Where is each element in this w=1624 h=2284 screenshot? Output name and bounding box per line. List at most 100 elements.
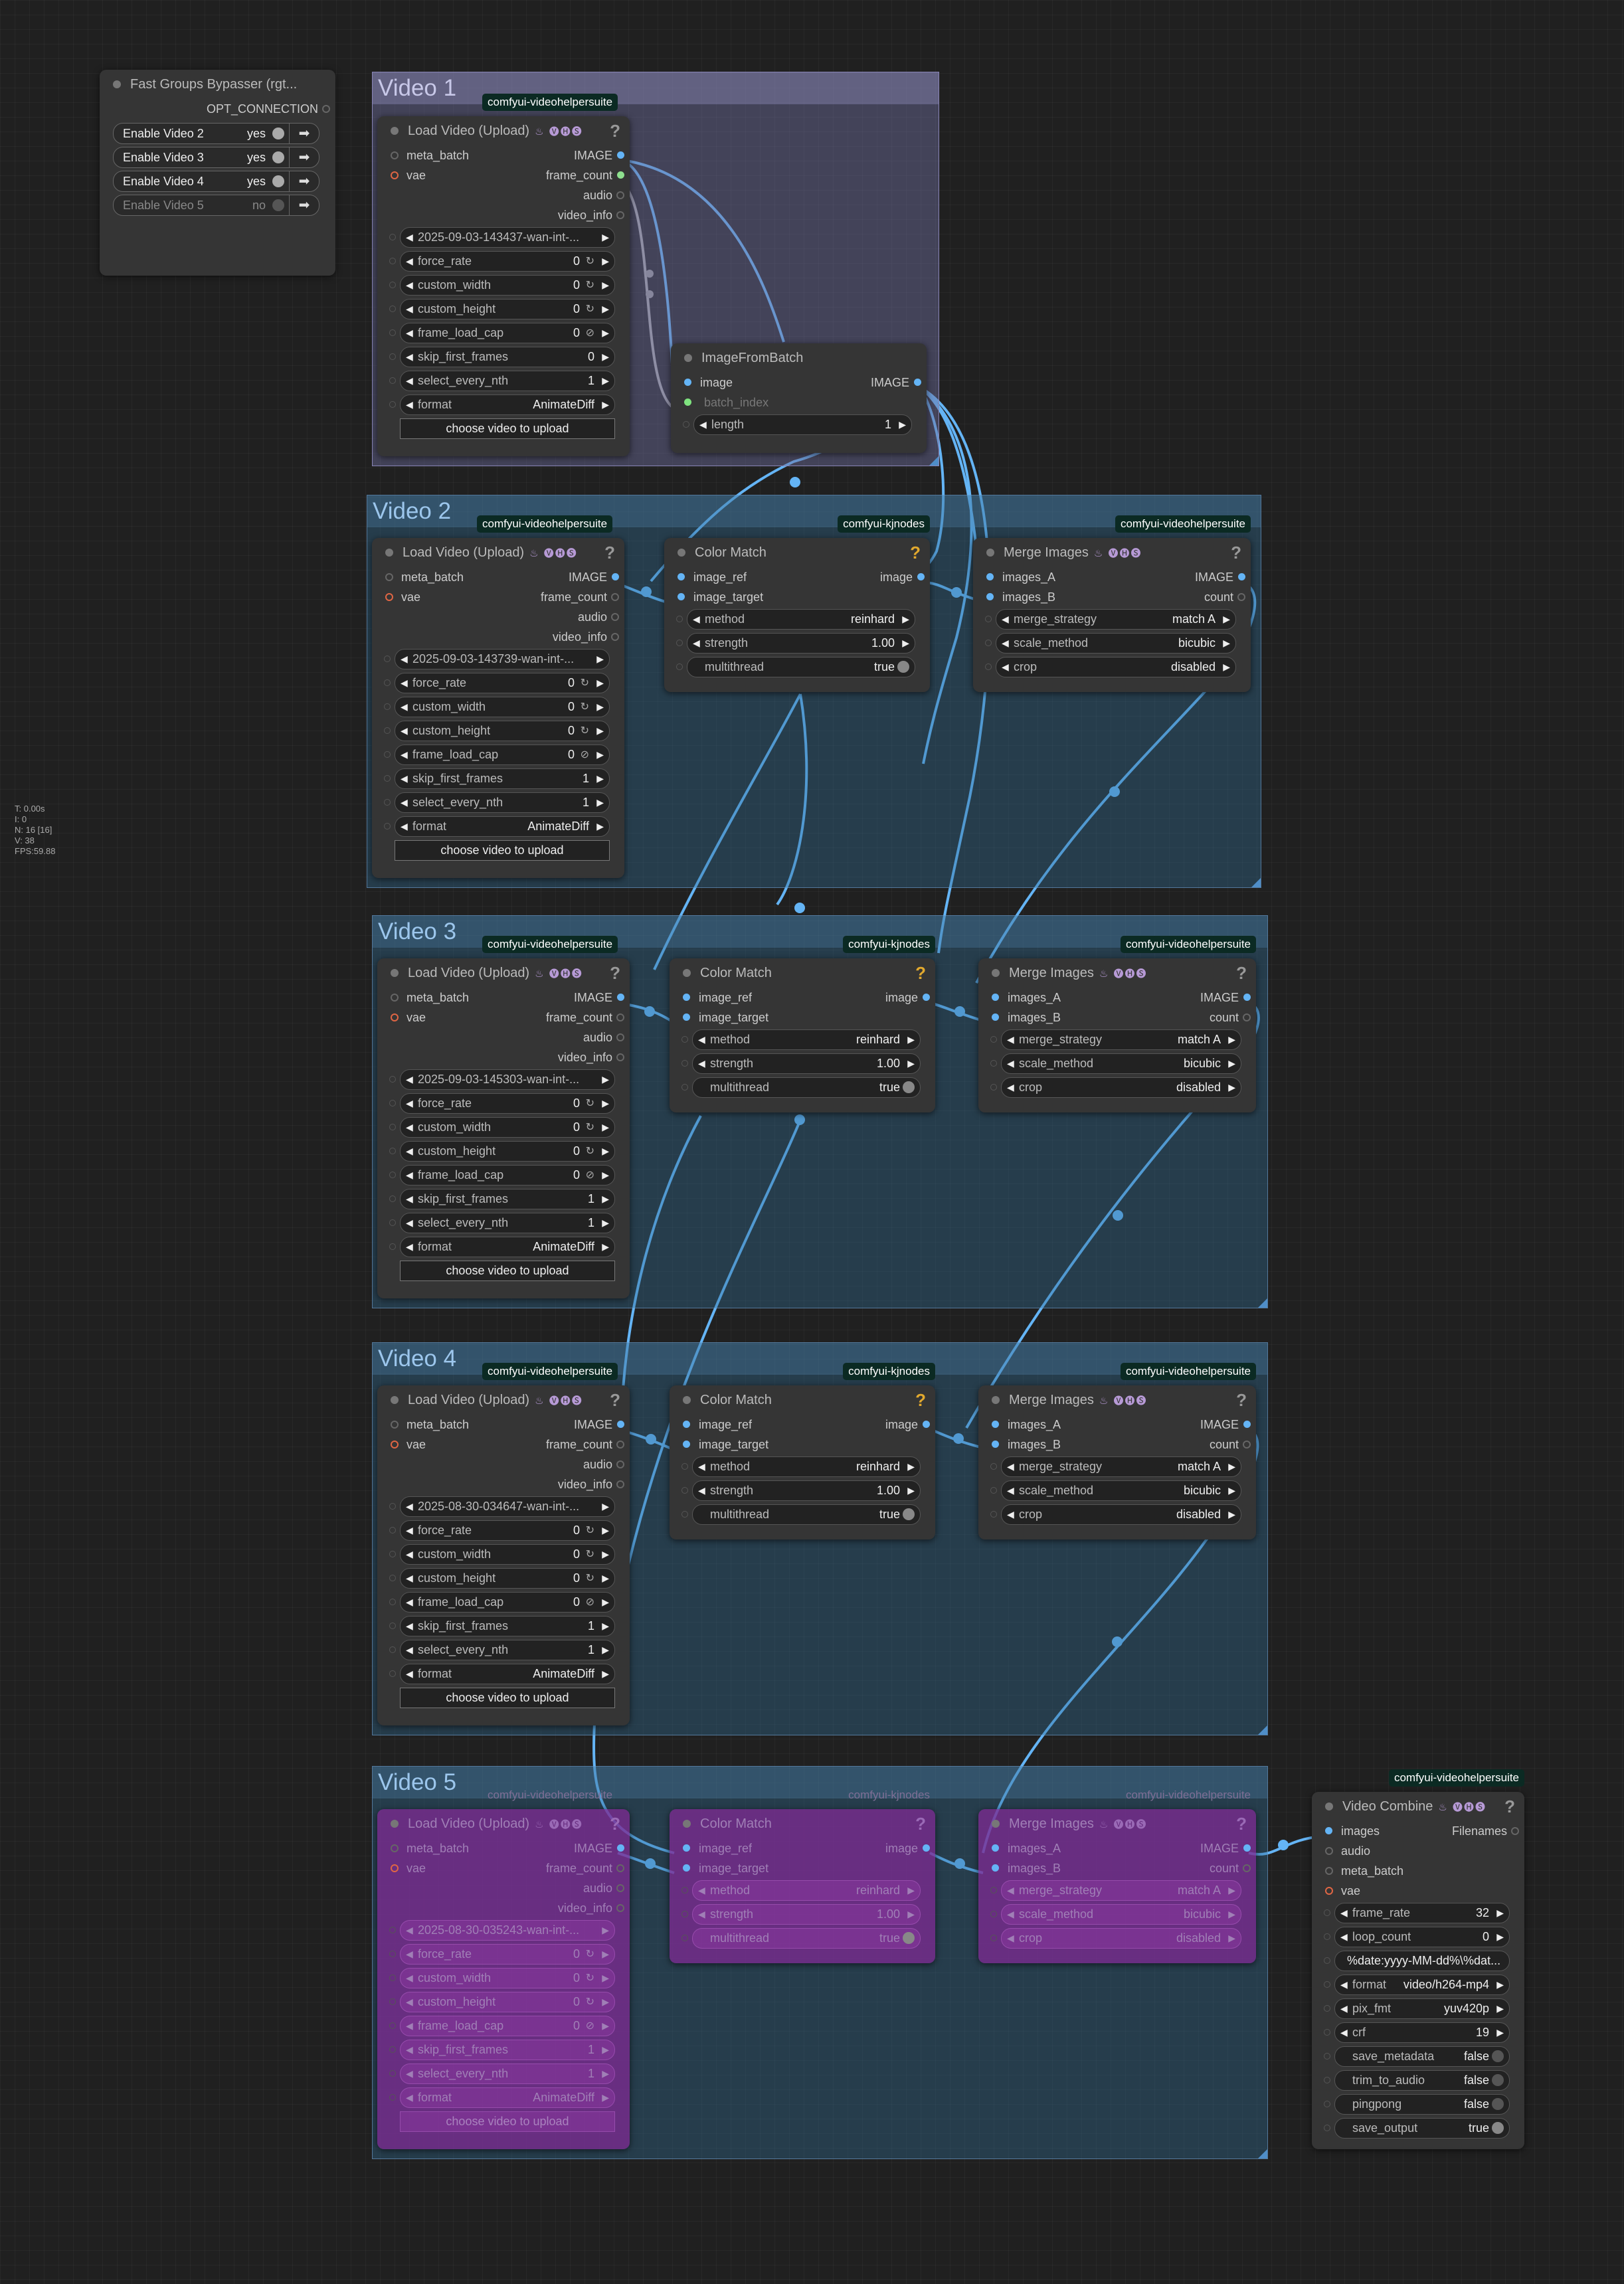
- reset-icon[interactable]: ↻: [586, 1569, 594, 1588]
- skip-first-frames-widget[interactable]: ◀ skip_first_frames 1 ▶: [377, 2038, 630, 2062]
- input-slot-vae[interactable]: [1325, 1887, 1333, 1895]
- custom-width-widget[interactable]: ◀ custom_width 0 ↻ ▶: [377, 1966, 630, 1990]
- reset-icon[interactable]: ↻: [586, 1945, 594, 1964]
- input-slot[interactable]: [992, 1013, 999, 1021]
- arrow-left-icon[interactable]: ◀: [406, 1497, 413, 1516]
- reset-icon[interactable]: ↻: [586, 252, 594, 271]
- input-slot[interactable]: [391, 1013, 399, 1021]
- upload-button[interactable]: choose video to upload: [400, 1688, 615, 1708]
- input-slot[interactable]: [391, 1421, 399, 1429]
- input-slot[interactable]: [986, 573, 994, 580]
- input-slot[interactable]: [391, 151, 399, 159]
- input-slot[interactable]: [683, 1421, 690, 1428]
- reset-icon[interactable]: ↻: [586, 1969, 594, 1988]
- output-slot[interactable]: [923, 1844, 930, 1852]
- resize-handle[interactable]: [1258, 1298, 1267, 1308]
- upload-button[interactable]: choose video to upload: [400, 1261, 615, 1281]
- length-widget[interactable]: ◀ length 1 ▶: [671, 412, 927, 436]
- force-rate-widget[interactable]: ◀ force_rate 0 ↻ ▶: [377, 249, 630, 273]
- load-video-node-2[interactable]: comfyui-videohelpersuite Load Video (Upl…: [372, 515, 624, 878]
- output-slot-video-info[interactable]: [611, 633, 619, 641]
- input-slot[interactable]: [683, 1844, 690, 1852]
- method-widget[interactable]: ◀ method reinhard ▶: [670, 1878, 935, 1902]
- crop-widget[interactable]: ◀ crop disabled ▶: [978, 1075, 1256, 1099]
- output-slot-image[interactable]: [617, 994, 624, 1001]
- collapse-dot-icon[interactable]: [683, 1820, 691, 1828]
- toggle-knob-icon[interactable]: [1492, 2098, 1504, 2110]
- multithread-toggle[interactable]: multithread true: [670, 1502, 935, 1526]
- crop-widget[interactable]: ◀ crop disabled ▶: [978, 1926, 1256, 1950]
- select-every-nth-widget[interactable]: ◀ select_every_nth 1 ▶: [377, 369, 630, 393]
- arrow-left-icon[interactable]: ◀: [406, 1070, 413, 1089]
- arrow-right-icon[interactable]: ➡: [289, 147, 319, 167]
- input-slot[interactable]: [986, 593, 994, 600]
- color-match-node-4[interactable]: comfyui-kjnodes Color Match? image_ref im…: [670, 1363, 935, 1539]
- output-slot[interactable]: [1238, 573, 1245, 580]
- toggle-knob-icon[interactable]: [903, 1932, 915, 1944]
- save-metadata-toggle[interactable]: save_metadata false: [1312, 2044, 1524, 2068]
- fast-groups-bypasser-node[interactable]: Fast Groups Bypasser (rgt... OPT_CONNECT…: [100, 70, 335, 276]
- multithread-toggle[interactable]: multithread true: [670, 1075, 935, 1099]
- load-video-node-4[interactable]: comfyui-videohelpersuite Load Video (Upl…: [377, 1363, 630, 1725]
- output-slot[interactable]: [1237, 593, 1245, 601]
- strength-widget[interactable]: ◀ strength 1.00 ▶: [670, 1478, 935, 1502]
- output-slot-video-info[interactable]: [616, 211, 624, 219]
- load-video-node-5[interactable]: comfyui-videohelpersuite Load Video (Upl…: [377, 1789, 630, 2149]
- arrow-right-icon[interactable]: ➡: [289, 124, 319, 143]
- merge-strategy-widget[interactable]: ◀ merge_strategy match A ▶: [973, 607, 1251, 631]
- force-rate-widget[interactable]: ◀ force_rate 0 ↻ ▶: [377, 1091, 630, 1115]
- arrow-left-icon[interactable]: ◀: [401, 650, 408, 669]
- toggle-knob-icon[interactable]: [272, 175, 284, 187]
- input-slot[interactable]: [391, 994, 399, 1002]
- custom-height-widget[interactable]: ◀ custom_height 0 ↻ ▶: [377, 1139, 630, 1163]
- input-slot-audio[interactable]: [1325, 1847, 1333, 1855]
- load-video-node-3[interactable]: comfyui-videohelpersuite Load Video (Upl…: [377, 936, 630, 1298]
- help-icon[interactable]: ?: [1504, 1792, 1515, 1821]
- output-slot-video-info[interactable]: [616, 1053, 624, 1061]
- select-every-nth-widget[interactable]: ◀ select_every_nth 1 ▶: [377, 1638, 630, 1662]
- reset-icon[interactable]: ↻: [586, 1094, 594, 1113]
- multithread-toggle[interactable]: multithread true: [670, 1926, 935, 1950]
- output-slot-image[interactable]: [617, 1421, 624, 1428]
- output-slot[interactable]: [322, 105, 330, 113]
- skip-first-frames-widget[interactable]: ◀ skip_first_frames 1 ▶: [372, 766, 624, 790]
- toggle-knob-icon[interactable]: [1492, 2122, 1504, 2134]
- color-match-node-2[interactable]: comfyui-kjnodes Color Match? image_ref im…: [664, 515, 930, 692]
- select-every-nth-widget[interactable]: ◀ select_every_nth 1 ▶: [377, 1211, 630, 1235]
- collapse-dot-icon[interactable]: [391, 1396, 399, 1404]
- collapse-dot-icon[interactable]: [684, 354, 692, 362]
- collapse-dot-icon[interactable]: [391, 127, 399, 135]
- select-every-nth-widget[interactable]: ◀ select_every_nth 1 ▶: [372, 790, 624, 814]
- output-slot[interactable]: [1243, 1441, 1251, 1449]
- merge-images-node-4[interactable]: comfyui-videohelpersuite Merge Images ♨ 🅥…: [978, 1363, 1256, 1539]
- save-output-toggle[interactable]: save_output true: [1312, 2116, 1524, 2140]
- help-icon[interactable]: ?: [610, 116, 620, 145]
- collapse-dot-icon[interactable]: [391, 969, 399, 977]
- resize-handle[interactable]: [1258, 1725, 1267, 1735]
- video-file-combo[interactable]: ◀ 2025-08-30-035243-wan-int-... ▶: [377, 1918, 630, 1942]
- collapse-dot-icon[interactable]: [1325, 1802, 1333, 1810]
- help-icon[interactable]: ?: [1231, 538, 1241, 567]
- output-slot-frame-count[interactable]: [616, 1013, 624, 1021]
- output-slot-filenames[interactable]: [1511, 1827, 1519, 1835]
- input-slot-batch-index[interactable]: [684, 398, 691, 406]
- output-slot[interactable]: [1243, 1864, 1251, 1872]
- color-match-node-5[interactable]: comfyui-kjnodes Color Match? image_ref im…: [670, 1789, 935, 1963]
- input-slot[interactable]: [391, 1441, 399, 1449]
- input-slot[interactable]: [992, 1844, 999, 1852]
- color-match-node-3[interactable]: comfyui-kjnodes Color Match? image_ref im…: [670, 936, 935, 1112]
- frame-load-cap-widget[interactable]: ◀ frame_load_cap 0 ⊘ ▶: [372, 743, 624, 766]
- input-slot[interactable]: [992, 1421, 999, 1428]
- collapse-dot-icon[interactable]: [992, 969, 1000, 977]
- merge-strategy-widget[interactable]: ◀ merge_strategy match A ▶: [978, 1027, 1256, 1051]
- multithread-toggle[interactable]: multithread true: [664, 655, 930, 679]
- method-widget[interactable]: ◀ method reinhard ▶: [670, 1027, 935, 1051]
- input-slot[interactable]: [391, 1864, 399, 1872]
- arrow-left-icon[interactable]: ◀: [406, 228, 413, 247]
- toggle-row-video-2[interactable]: Enable Video 2 yes ➡: [113, 123, 319, 144]
- toggle-knob-icon[interactable]: [903, 1081, 915, 1093]
- output-slot[interactable]: [917, 573, 925, 580]
- output-slot-image[interactable]: [617, 151, 624, 159]
- help-icon[interactable]: ?: [915, 1385, 926, 1415]
- trim-to-audio-toggle[interactable]: trim_to_audio false: [1312, 2068, 1524, 2092]
